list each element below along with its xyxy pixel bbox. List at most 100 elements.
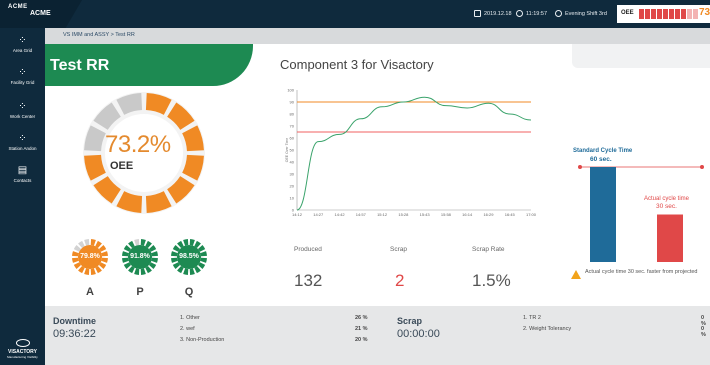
actual-cycle-value: 30 sec.: [656, 203, 677, 210]
metric-gauge-segment: [90, 268, 96, 275]
downtime-reason: 2. wef: [180, 326, 195, 332]
oee-over-time-chart: 010203040506070809010014:12 14:27 14:42 14:…: [285, 88, 537, 218]
y-tick-label: 70: [290, 124, 295, 129]
visactory-eye-icon: [15, 339, 30, 347]
x-tick-label: 15:58: [441, 212, 452, 217]
oee-bar-segment: [657, 9, 662, 19]
brand-name: ACME: [30, 10, 51, 17]
y-tick-label: 10: [290, 196, 295, 201]
scrap-value: 2: [395, 271, 405, 290]
x-tick-label: 17:00: [526, 212, 537, 217]
metric-gauge-segment: [134, 239, 140, 246]
y-tick-label: 50: [290, 148, 295, 153]
breadcrumb-bar: VS IMM and ASSY > Test RR: [45, 28, 710, 44]
metric-gauge-segment: [189, 268, 195, 275]
scrap-rate-label: Scrap Rate: [472, 246, 505, 253]
oee-label: OEE: [110, 160, 134, 172]
date-text: 2019.12.18: [484, 10, 512, 17]
breadcrumb[interactable]: VS IMM and ASSY > Test RR: [63, 32, 135, 38]
clock-icon: [516, 10, 523, 17]
oee-bar-segment: [675, 9, 680, 19]
user-icon: [555, 10, 562, 17]
downtime-reason-pct: 20 %: [355, 337, 368, 343]
y-tick-label: 90: [290, 100, 295, 105]
grid-dots-icon: ⁘: [18, 133, 27, 144]
scrap-reason: 2. Weight Tolerancy: [523, 326, 572, 332]
time-display: 11:19:57: [516, 10, 547, 17]
contacts-icon: ▤: [17, 165, 28, 176]
brand[interactable]: ACME ACME: [0, 0, 82, 28]
sidebar-item-label: Facility Grid: [10, 80, 35, 85]
grid-dots-icon: ⁘: [18, 67, 27, 78]
x-tick-label: 14:42: [335, 212, 346, 217]
metric-gauge-segment: [84, 239, 90, 246]
grid-dots-icon: ⁘: [18, 35, 27, 46]
oee-bar-segment: [639, 9, 644, 19]
downtime-reason-pct: 21 %: [355, 326, 368, 332]
x-tick-label: 14:27: [313, 212, 324, 217]
oee-value: 73.2%: [105, 131, 171, 158]
oee-bar-segment: [663, 9, 668, 19]
actual-cycle-bar: [657, 214, 683, 262]
header-right-panel: [572, 44, 710, 68]
grid-dots-icon: ⁘: [18, 101, 27, 112]
standard-cycle-value: 60 sec.: [590, 156, 612, 163]
oee-bar-segment: [651, 9, 656, 19]
scrap-panel-time: 00:00:00: [397, 328, 440, 340]
x-tick-label: 16:45: [505, 212, 516, 217]
scrap-rate-value: 1.5%: [472, 271, 511, 290]
metric-gauge-segment: [183, 268, 189, 275]
metric-gauge-segment: [183, 239, 189, 246]
bottom-panel: Downtime 09:36:22 1. Other 26 % 2. wef 2…: [45, 306, 710, 365]
oee-bar-segment: [687, 9, 692, 19]
oee-bar-segment: [645, 9, 650, 19]
scrap-panel-title: Scrap: [397, 316, 423, 326]
x-tick-label: 16:14: [462, 212, 473, 217]
metric-gauge-segment: [84, 268, 90, 275]
metric-gauge-segment: [134, 268, 140, 275]
scrap-reason-pct: 0 %: [701, 326, 706, 338]
oee-indicator[interactable]: OEE 73: [617, 5, 710, 23]
produced-label: Produced: [294, 246, 322, 253]
component-title: Component 3 for Visactory: [280, 57, 434, 72]
page-title: Test RR: [50, 57, 110, 74]
x-tick-label: 14:12: [292, 212, 303, 217]
standard-time-marker: [700, 165, 704, 169]
x-tick-label: 15:28: [398, 212, 409, 217]
sidebar-item-work-center[interactable]: ⁘ Work Center: [0, 101, 45, 120]
availability-value: 79.8%: [80, 253, 100, 260]
y-tick-label: 100: [287, 88, 294, 93]
metric-gauge-segment: [189, 239, 195, 246]
performance-value: 91.8%: [130, 253, 150, 260]
y-tick-label: 30: [290, 172, 295, 177]
x-tick-label: 15:43: [420, 212, 431, 217]
date-display: 2019.12.18: [474, 10, 512, 17]
oee-bar-segment: [693, 9, 698, 19]
scrap-label: Scrap: [390, 246, 407, 253]
y-tick-label: 20: [290, 184, 295, 189]
downtime-reason: 3. Non-Production: [180, 337, 225, 343]
sidebar-brand: VISACTORY Manufacturing Visibility: [2, 339, 43, 359]
sidebar-item-station-andon[interactable]: ⁘ Station Andon: [0, 133, 45, 152]
downtime-time: 09:36:22: [53, 328, 96, 340]
sidebar-item-area-grid[interactable]: ⁘ Area Grid: [0, 35, 45, 54]
sidebar-item-label: Contacts: [13, 178, 32, 183]
oee-indicator-bars: [639, 9, 698, 19]
shift-display: Evening Shift 3rd: [555, 10, 607, 17]
performance-label: P: [136, 286, 144, 298]
sidebar-item-contacts[interactable]: ▤ Contacts: [0, 165, 45, 184]
standard-cycle-bar: [590, 167, 616, 262]
y-tick-label: 60: [290, 136, 295, 141]
top-bar: ACME ACME 2019.12.18 11:19:57 Evening Sh…: [0, 0, 710, 28]
standard-time-marker: [578, 165, 582, 169]
x-tick-label: 16:29: [483, 212, 494, 217]
oee-bar-segment: [681, 9, 686, 19]
x-tick-label: 15:12: [377, 212, 388, 217]
cycle-time-note: Actual cycle time 30 sec. faster from pr…: [585, 269, 698, 275]
cycle-time-chart: [578, 165, 704, 262]
y-tick-label: 80: [290, 112, 295, 117]
oee-series-line: [296, 96, 532, 211]
sidebar-brand-subtitle: Manufacturing Visibility: [7, 355, 38, 359]
sidebar-item-facility-grid[interactable]: ⁘ Facility Grid: [0, 67, 45, 86]
sidebar-item-label: Station Andon: [8, 146, 37, 151]
